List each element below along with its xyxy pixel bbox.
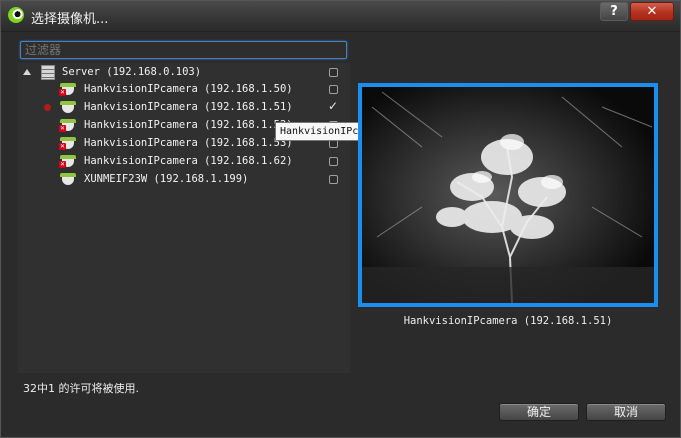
camera-checkbox[interactable] — [329, 85, 338, 94]
camera-icon — [60, 101, 76, 114]
window-title: 选择摄像机... — [31, 12, 109, 27]
camera-icon — [60, 173, 76, 186]
camera-icon: ✕ — [59, 137, 76, 150]
tree-row-camera[interactable]: ✕ HankvisionIPcamera (192.168.1.50) — [18, 81, 350, 98]
license-status: 32中1 的许可将被使用. — [23, 382, 139, 395]
camera-label: HankvisionIPcamera (192.168.1.62) — [84, 155, 293, 167]
camera-checkbox[interactable] — [329, 175, 338, 184]
close-button[interactable]: ✕ — [630, 2, 674, 21]
title-bar[interactable]: 选择摄像机... ? ✕ — [1, 1, 680, 32]
camera-preview — [358, 83, 658, 307]
server-label: Server (192.168.0.103) — [62, 66, 202, 78]
tree-row-camera[interactable]: HankvisionIPcamera (192.168.1.51) ✓ — [18, 99, 350, 116]
tree-row-server[interactable]: Server (192.168.0.103) — [18, 64, 350, 81]
camera-icon: ✕ — [59, 83, 76, 96]
tree-row-camera[interactable]: ✕ HankvisionIPcamera (192.168.1.62) — [18, 153, 350, 170]
error-badge-icon: ✕ — [59, 89, 66, 96]
filter-input[interactable] — [20, 41, 347, 59]
checkmark-icon[interactable]: ✓ — [328, 98, 338, 114]
camera-label: HankvisionIPcamera (192.168.1.53) — [84, 137, 293, 149]
error-badge-icon: ✕ — [59, 161, 66, 168]
camera-label: HankvisionIPcamera (192.168.1.51) — [84, 101, 293, 113]
camera-label: HankvisionIPcamera (192.168.1.50) — [84, 83, 293, 95]
ok-button[interactable]: 确定 — [499, 403, 579, 421]
camera-icon: ✕ — [59, 119, 76, 132]
camera-icon: ✕ — [59, 155, 76, 168]
tree-row-camera[interactable]: XUNMEIF23W (192.168.1.199) — [18, 171, 350, 188]
camera-tree: Server (192.168.0.103) ✕ HankvisionIPcam… — [18, 63, 350, 373]
server-checkbox[interactable] — [329, 68, 338, 77]
help-button[interactable]: ? — [600, 2, 628, 21]
night-vision-tree-image — [362, 87, 654, 303]
collapse-arrow-icon[interactable] — [23, 69, 31, 75]
camera-checkbox[interactable] — [329, 157, 338, 166]
server-icon — [41, 65, 55, 80]
error-badge-icon: ✕ — [59, 143, 66, 150]
preview-caption: HankvisionIPcamera (192.168.1.51) — [403, 315, 613, 327]
camera-label: XUNMEIF23W (192.168.1.199) — [84, 173, 249, 185]
recording-dot-icon — [44, 104, 51, 111]
cancel-button[interactable]: 取消 — [586, 403, 666, 421]
app-logo-icon — [8, 7, 24, 23]
camera-label: HankvisionIPcamera (192.168.1.52) — [84, 119, 293, 131]
error-badge-icon: ✕ — [59, 125, 66, 132]
camera-selection-dialog: 选择摄像机... ? ✕ Server (192.168.0.103) ✕ Ha… — [0, 0, 681, 438]
